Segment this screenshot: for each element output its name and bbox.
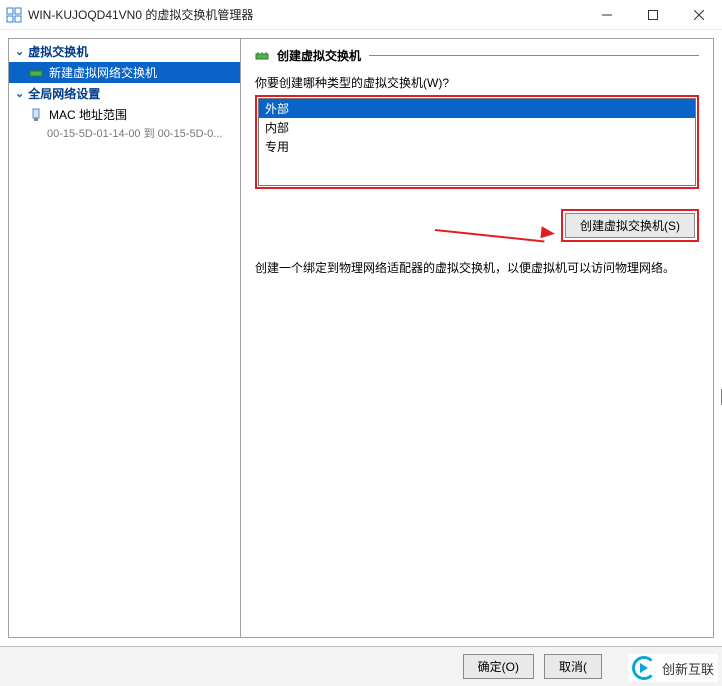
switch-type-option-internal[interactable]: 内部 bbox=[259, 118, 695, 137]
right-pane-title: 创建虚拟交换机 bbox=[277, 47, 361, 64]
header-divider bbox=[369, 55, 699, 56]
switch-type-option-private[interactable]: 专用 bbox=[259, 137, 695, 156]
watermark-text: 创新互联 bbox=[662, 659, 714, 678]
tree-item-label: MAC 地址范围 bbox=[49, 106, 127, 123]
tree-section-label: 虚拟交换机 bbox=[28, 43, 88, 60]
create-row: 创建虚拟交换机(S) bbox=[255, 209, 699, 243]
content: ⌄ 虚拟交换机 新建虚拟网络交换机 ⌄ 全局网络设置 MAC 地址范围 00-1… bbox=[8, 38, 714, 638]
switch-type-option-external[interactable]: 外部 bbox=[259, 99, 695, 118]
window-title: WIN-KUJOQD41VN0 的虚拟交换机管理器 bbox=[28, 6, 584, 23]
annotation-box-create: 创建虚拟交换机(S) bbox=[561, 209, 699, 242]
right-pane-header: 创建虚拟交换机 bbox=[255, 47, 699, 64]
close-button[interactable] bbox=[676, 0, 722, 30]
watermark-logo-icon bbox=[632, 656, 656, 680]
annotation-box-listbox: 外部 内部 专用 bbox=[255, 95, 699, 189]
left-pane: ⌄ 虚拟交换机 新建虚拟网络交换机 ⌄ 全局网络设置 MAC 地址范围 00-1… bbox=[9, 39, 241, 637]
app-icon bbox=[6, 7, 22, 23]
ok-button[interactable]: 确定(O) bbox=[463, 654, 534, 679]
tree-section-virtual-switch[interactable]: ⌄ 虚拟交换机 bbox=[9, 41, 240, 62]
right-pane: 创建虚拟交换机 你要创建哪种类型的虚拟交换机(W)? 外部 内部 专用 创建虚拟… bbox=[241, 39, 713, 637]
chevron-icon: ⌄ bbox=[15, 87, 24, 100]
tree-item-mac-subtext: 00-15-5D-01-14-00 到 00-15-5D-0... bbox=[9, 125, 240, 141]
nic-icon bbox=[29, 108, 43, 122]
window-controls bbox=[584, 0, 722, 30]
type-prompt: 你要创建哪种类型的虚拟交换机(W)? bbox=[255, 74, 699, 91]
dialog-footer: 确定(O) 取消( bbox=[0, 646, 722, 686]
type-description: 创建一个绑定到物理网络适配器的虚拟交换机，以便虚拟机可以访问物理网络。 bbox=[255, 259, 699, 276]
create-vswitch-button[interactable]: 创建虚拟交换机(S) bbox=[565, 213, 695, 238]
annotation-arrow bbox=[435, 223, 565, 235]
watermark: 创新互联 bbox=[628, 654, 718, 682]
content-wrap: ⌄ 虚拟交换机 新建虚拟网络交换机 ⌄ 全局网络设置 MAC 地址范围 00-1… bbox=[0, 30, 722, 646]
tree-item-new-vswitch[interactable]: 新建虚拟网络交换机 bbox=[9, 62, 240, 83]
switch-type-listbox[interactable]: 外部 内部 专用 bbox=[258, 98, 696, 186]
vswitch-icon bbox=[29, 66, 43, 80]
tree-item-mac-range[interactable]: MAC 地址范围 bbox=[9, 104, 240, 125]
tree-section-label: 全局网络设置 bbox=[28, 85, 100, 102]
minimize-button[interactable] bbox=[584, 0, 630, 30]
titlebar: WIN-KUJOQD41VN0 的虚拟交换机管理器 bbox=[0, 0, 722, 30]
vswitch-header-icon bbox=[255, 49, 269, 63]
tree-section-global[interactable]: ⌄ 全局网络设置 bbox=[9, 83, 240, 104]
chevron-icon: ⌄ bbox=[15, 45, 24, 58]
cancel-button[interactable]: 取消( bbox=[544, 654, 602, 679]
maximize-button[interactable] bbox=[630, 0, 676, 30]
tree-item-label: 新建虚拟网络交换机 bbox=[49, 64, 157, 81]
